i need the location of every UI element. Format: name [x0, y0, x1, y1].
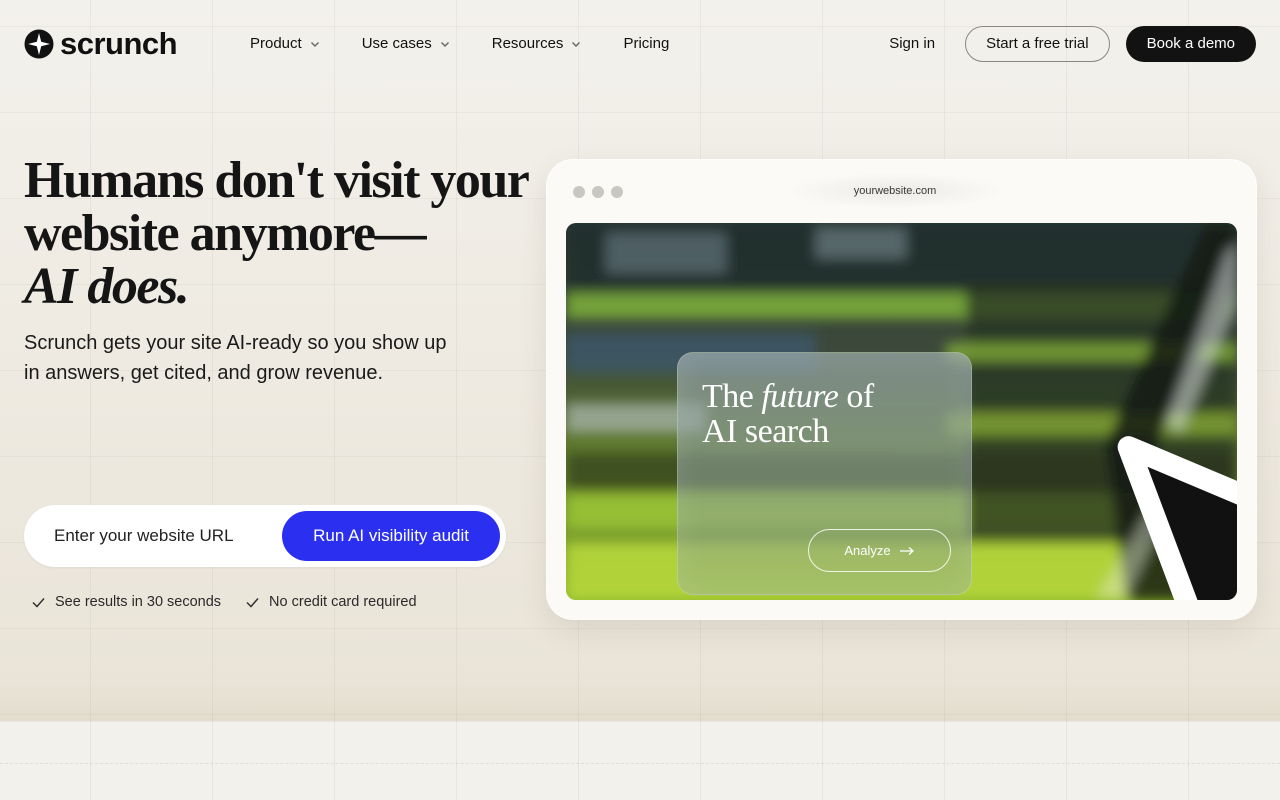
- nav-item-label: Product: [250, 35, 302, 52]
- nav-actions: Sign in Start a free trial Book a demo: [889, 25, 1256, 62]
- nav-item-label: Resources: [491, 35, 564, 52]
- benefit-checklist: See results in 30 seconds No credit card…: [31, 594, 417, 610]
- nav-links: Product Use cases Resources Pricing: [250, 35, 711, 52]
- book-demo-button[interactable]: Book a demo: [1125, 25, 1256, 62]
- nav-item-label: Use cases: [361, 35, 432, 52]
- chevron-down-icon: [440, 41, 449, 47]
- card-title-pre: The: [702, 378, 762, 415]
- window-dot: [573, 186, 585, 198]
- check-icon: [32, 597, 45, 608]
- chevron-down-icon: [310, 41, 319, 47]
- chevron-down-icon: [572, 41, 581, 47]
- checklist-item: See results in 30 seconds: [31, 594, 221, 610]
- headline-line-1: Humans don't visit your: [24, 152, 530, 209]
- hero-headline: Humans don't visit your website anymore—…: [24, 154, 544, 313]
- analyze-button-label: Analyze: [844, 543, 891, 558]
- mock-address-bar: yourwebsite.com: [790, 174, 1000, 208]
- nav-item-product[interactable]: Product: [250, 35, 341, 52]
- card-title-line-2: AI search: [702, 413, 829, 450]
- headline-line-2: website anymore—: [24, 205, 427, 262]
- nav-item-resources[interactable]: Resources: [492, 35, 603, 52]
- nav-item-pricing[interactable]: Pricing: [623, 35, 690, 52]
- card-title: The future of AI search: [702, 379, 874, 449]
- analyze-button[interactable]: Analyze: [808, 529, 951, 572]
- headline-line-3: AI does.: [24, 258, 190, 315]
- checklist-item: No credit card required: [245, 594, 417, 610]
- star-burst-icon: [24, 29, 54, 58]
- window-dot: [592, 186, 604, 198]
- nav-item-label: Pricing: [623, 35, 670, 52]
- mouse-pointer-icon: [1117, 436, 1237, 600]
- motion-blur-landscape-image: The future of AI search Analyze: [566, 223, 1237, 600]
- checklist-item-label: See results in 30 seconds: [55, 594, 222, 610]
- arrow-right-icon: [899, 546, 914, 555]
- brand-logo[interactable]: scrunch: [24, 26, 250, 62]
- checklist-item-label: No credit card required: [269, 594, 417, 610]
- window-dot: [611, 186, 623, 198]
- brand-name: scrunch: [60, 25, 178, 61]
- start-free-trial-button[interactable]: Start a free trial: [965, 25, 1110, 62]
- run-audit-button[interactable]: Run AI visibility audit: [282, 511, 500, 561]
- check-icon: [246, 597, 259, 608]
- card-title-italic: future: [761, 378, 839, 415]
- window-controls: [573, 186, 623, 198]
- next-section-band: [0, 721, 1280, 800]
- nav-item-use-cases[interactable]: Use cases: [362, 35, 471, 52]
- browser-mockup: yourwebsite.com The future of AI search …: [547, 160, 1256, 619]
- hero-subtitle: Scrunch gets your site AI-ready so you s…: [24, 332, 447, 384]
- top-navigation: scrunch Product Use cases Resources Pric…: [0, 0, 1280, 87]
- url-audit-form: Run AI visibility audit: [24, 505, 506, 567]
- card-title-post: of: [838, 378, 874, 415]
- sign-in-link[interactable]: Sign in: [889, 35, 935, 52]
- glass-promo-card: The future of AI search Analyze: [677, 352, 972, 595]
- website-url-input[interactable]: [54, 526, 283, 546]
